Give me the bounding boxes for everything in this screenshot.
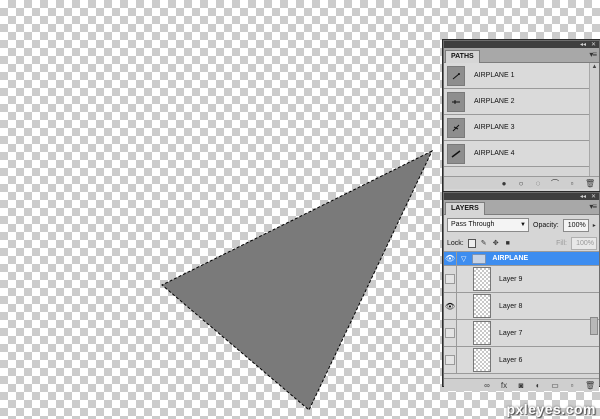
layer-row[interactable]: Layer 7	[444, 320, 599, 347]
paths-footer: ● ○ ◌ ⌒ ▫ 🗑	[444, 176, 599, 189]
path-item[interactable]: AIRPLANE 3	[444, 115, 599, 141]
path-label: AIRPLANE 1	[474, 72, 515, 79]
scroll-up-icon[interactable]: ▲	[590, 63, 599, 72]
new-group-icon[interactable]: ▭	[551, 381, 559, 390]
path-label: AIRPLANE 3	[474, 124, 515, 131]
panel-menu-icon[interactable]: ▾≡	[589, 202, 597, 211]
expand-triangle-icon[interactable]: ▽	[461, 255, 466, 263]
layer-row[interactable]: Layer 6	[444, 347, 599, 374]
lock-transparent-pixels-icon[interactable]	[467, 238, 476, 248]
blend-row: Pass Through ▼ Opacity: 100% ▸	[444, 215, 599, 235]
lock-position-icon[interactable]: ✥	[492, 239, 500, 247]
new-path-icon[interactable]: ▫	[568, 179, 576, 188]
layers-panel: ◂◂ ✕ LAYERS ▾≡ Pass Through ▼ Opacity: 1…	[443, 192, 600, 391]
paths-panel: ◂◂ ✕ PATHS ▾≡ AIRPLANE 1 AIRPLANE 2 AIRP…	[443, 40, 600, 193]
layer-thumbnail	[473, 294, 491, 318]
blend-mode-value: Pass Through	[451, 221, 495, 228]
adjustment-layer-icon[interactable]: ◐	[534, 381, 542, 390]
visibility-toggle[interactable]	[444, 347, 457, 373]
hidden-visibility-box	[445, 274, 455, 284]
fill-path-icon[interactable]: ●	[500, 179, 508, 188]
path-thumbnail-icon	[447, 65, 465, 86]
eye-icon: 👁	[444, 254, 456, 263]
close-icon[interactable]: ✕	[591, 41, 596, 48]
layer-name: Layer 8	[499, 302, 523, 310]
collapse-icon[interactable]: ◂◂	[580, 41, 586, 48]
opacity-slider-arrow-icon[interactable]: ▸	[593, 222, 596, 229]
stroke-path-icon[interactable]: ○	[517, 179, 525, 188]
tab-paths[interactable]: PATHS	[445, 50, 480, 63]
layers-footer: ∞ fx ◙ ◐ ▭ ▫ 🗑	[444, 378, 599, 391]
layer-thumbnail	[473, 321, 491, 345]
layer-name: Layer 7	[499, 329, 523, 337]
lock-all-icon[interactable]: ■	[504, 239, 512, 247]
hidden-visibility-box	[445, 355, 455, 365]
tab-layers[interactable]: LAYERS	[445, 202, 485, 215]
panel-menu-icon[interactable]: ▾≡	[589, 50, 597, 59]
layer-name: Layer 9	[499, 275, 523, 283]
paths-list: AIRPLANE 1 AIRPLANE 2 AIRPLANE 3 AIRPLAN…	[444, 63, 599, 176]
layer-thumbnail	[473, 267, 491, 291]
visibility-toggle[interactable]: 👁	[444, 293, 457, 319]
blend-mode-select[interactable]: Pass Through ▼	[447, 218, 529, 232]
layer-mask-icon[interactable]: ◙	[517, 381, 525, 390]
path-item[interactable]: AIRPLANE 2	[444, 89, 599, 115]
lock-image-pixels-icon[interactable]: ✎	[480, 239, 488, 247]
load-selection-icon[interactable]: ◌	[534, 179, 542, 188]
folder-icon	[472, 253, 487, 264]
path-thumbnail-icon	[447, 91, 465, 112]
paths-scrollbar[interactable]: ▲	[589, 63, 599, 176]
link-layers-icon[interactable]: ∞	[483, 381, 491, 390]
fill-field[interactable]: 100%	[571, 236, 597, 250]
path-label: AIRPLANE 2	[474, 98, 515, 105]
paths-tab-row: PATHS ▾≡	[444, 48, 599, 63]
watermark: pxleyes.com	[506, 401, 596, 417]
layers-panel-titlebar[interactable]: ◂◂ ✕	[444, 193, 599, 200]
delete-layer-icon[interactable]: 🗑	[585, 381, 595, 390]
opacity-field[interactable]: 100%	[562, 218, 589, 232]
close-icon[interactable]: ✕	[591, 193, 596, 200]
visibility-toggle[interactable]: 👁	[444, 252, 457, 265]
make-work-path-icon[interactable]: ⌒	[551, 178, 559, 189]
path-item[interactable]: AIRPLANE 4	[444, 141, 599, 167]
opacity-label: Opacity:	[533, 221, 559, 229]
eye-icon: 👁	[444, 301, 456, 311]
layer-group-row[interactable]: 👁 ▽ AIRPLANE	[444, 252, 599, 266]
paths-panel-titlebar[interactable]: ◂◂ ✕	[444, 41, 599, 48]
layers-list: 👁 ▽ AIRPLANE Layer 9 👁 Layer 8 Layer 7 L…	[444, 251, 599, 378]
fill-label: Fill:	[556, 239, 567, 247]
layer-name: Layer 6	[499, 356, 523, 364]
triangle-selection	[161, 149, 434, 411]
chevron-down-icon: ▼	[520, 222, 526, 228]
layer-style-icon[interactable]: fx	[500, 381, 508, 390]
new-layer-icon[interactable]: ▫	[568, 381, 576, 390]
collapse-icon[interactable]: ◂◂	[580, 193, 586, 200]
lock-label: Lock:	[447, 239, 464, 247]
visibility-toggle[interactable]	[444, 320, 457, 346]
layer-row[interactable]: 👁 Layer 8	[444, 293, 599, 320]
path-thumbnail-icon	[447, 117, 465, 138]
path-item[interactable]: AIRPLANE 1	[444, 63, 599, 89]
path-thumbnail-icon	[447, 143, 465, 164]
group-name: AIRPLANE	[492, 255, 529, 262]
visibility-toggle[interactable]	[444, 266, 457, 292]
lock-row: Lock: ✎ ✥ ■ Fill: 100%	[444, 235, 599, 251]
layers-scroll-thumb[interactable]	[590, 317, 598, 335]
delete-path-icon[interactable]: 🗑	[585, 179, 595, 188]
layer-row[interactable]: Layer 9	[444, 266, 599, 293]
hidden-visibility-box	[445, 328, 455, 338]
layer-thumbnail	[473, 348, 491, 372]
layers-tab-row: LAYERS ▾≡	[444, 200, 599, 215]
path-label: AIRPLANE 4	[474, 150, 515, 157]
